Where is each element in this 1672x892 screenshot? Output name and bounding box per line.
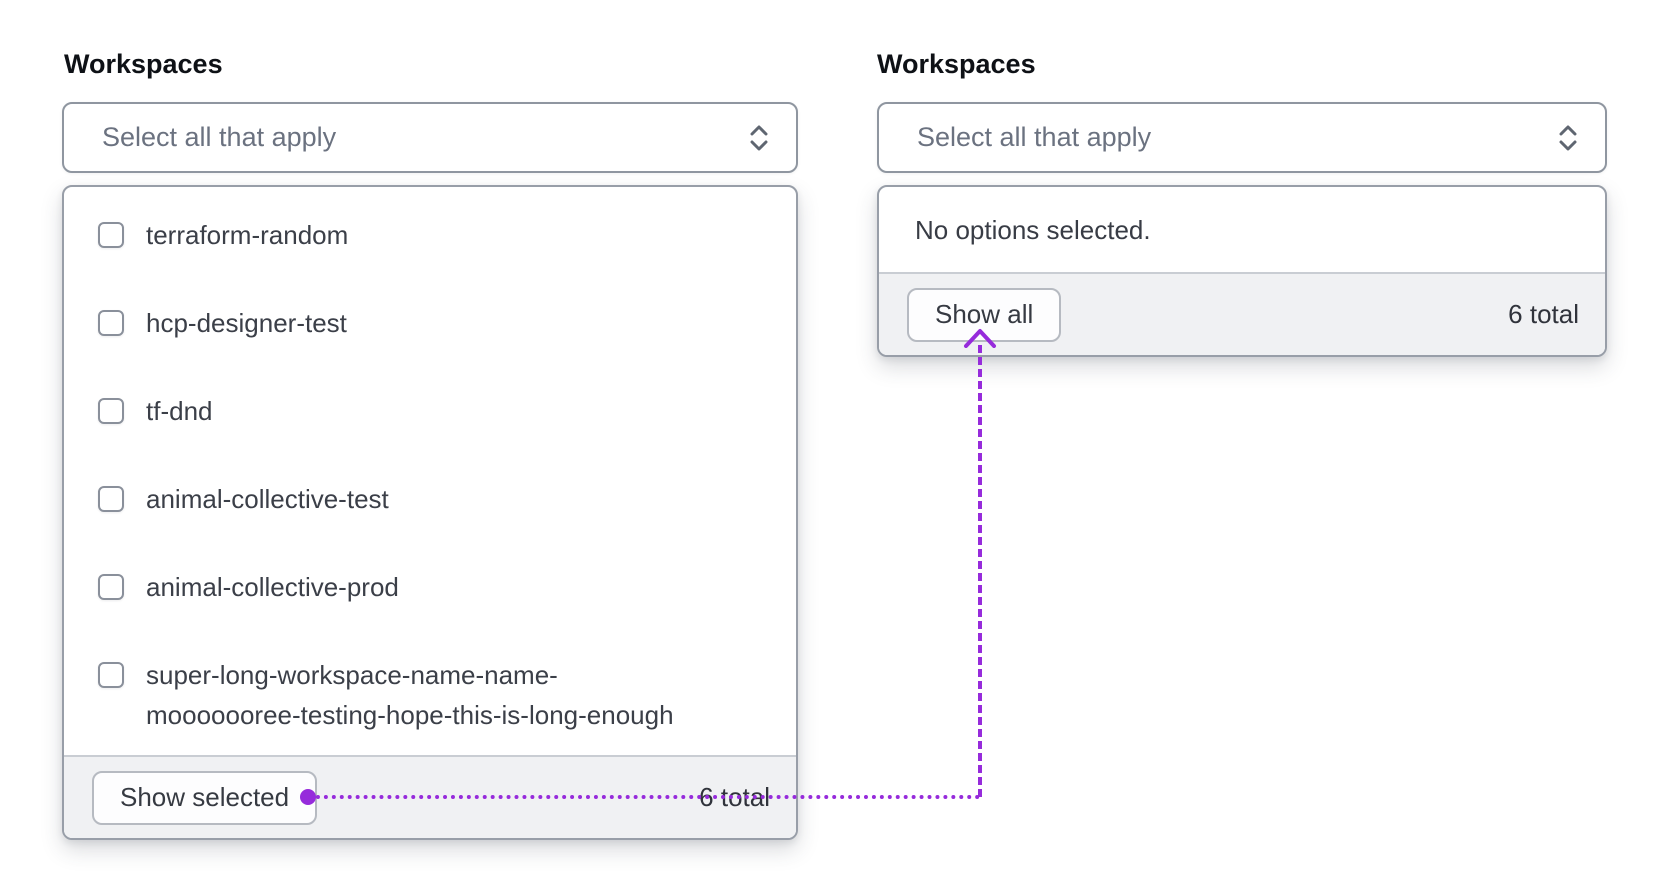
option-label: hcp-designer-test xyxy=(146,308,347,338)
right-total-count: 6 total xyxy=(1508,299,1579,329)
workspace-options-list: terraform-random hcp-designer-test tf-dn… xyxy=(64,187,796,759)
connector-vertical-line xyxy=(978,345,982,797)
show-selected-button[interactable]: Show selected xyxy=(92,770,318,825)
unfold-chevrons-icon xyxy=(1559,125,1577,150)
left-total-count: 6 total xyxy=(699,782,770,812)
show-all-button[interactable]: Show all xyxy=(907,287,1062,342)
option-label: animal-collective-prod xyxy=(146,572,399,602)
unfold-chevrons-icon xyxy=(750,125,768,150)
right-selected-panel: No options selected. Show all 6 total xyxy=(877,185,1607,357)
option-label: tf-dnd xyxy=(146,396,213,426)
left-panel-footer: Show selected 6 total xyxy=(64,755,796,838)
left-options-panel: terraform-random hcp-designer-test tf-dn… xyxy=(62,185,798,840)
checkbox-unchecked[interactable] xyxy=(98,222,124,248)
no-options-message: No options selected. xyxy=(915,215,1151,245)
checkbox-unchecked[interactable] xyxy=(98,574,124,600)
right-field-label: Workspaces xyxy=(877,49,1036,79)
option-label: terraform-random xyxy=(146,220,349,250)
left-select-placeholder: Select all that apply xyxy=(102,122,337,152)
screenshot-root: Workspaces Select all that apply terrafo… xyxy=(0,0,1672,892)
right-select-trigger[interactable]: Select all that apply xyxy=(877,102,1607,173)
option-label: super-long-workspace-name-name- moooooor… xyxy=(146,660,674,730)
option-row-animal-collective-test[interactable]: animal-collective-test xyxy=(98,455,770,543)
option-row-super-long-workspace[interactable]: super-long-workspace-name-name- moooooor… xyxy=(98,631,770,759)
checkbox-unchecked[interactable] xyxy=(98,310,124,336)
left-field-label: Workspaces xyxy=(64,49,223,79)
option-label: animal-collective-test xyxy=(146,484,389,514)
right-select-placeholder: Select all that apply xyxy=(917,122,1152,152)
left-select-trigger[interactable]: Select all that apply xyxy=(62,102,798,173)
checkbox-unchecked[interactable] xyxy=(98,486,124,512)
option-row-animal-collective-prod[interactable]: animal-collective-prod xyxy=(98,543,770,631)
right-panel-footer: Show all 6 total xyxy=(879,272,1605,355)
checkbox-unchecked[interactable] xyxy=(98,662,124,688)
option-row-terraform-random[interactable]: terraform-random xyxy=(98,191,770,279)
option-row-tf-dnd[interactable]: tf-dnd xyxy=(98,367,770,455)
checkbox-unchecked[interactable] xyxy=(98,398,124,424)
option-row-hcp-designer-test[interactable]: hcp-designer-test xyxy=(98,279,770,367)
